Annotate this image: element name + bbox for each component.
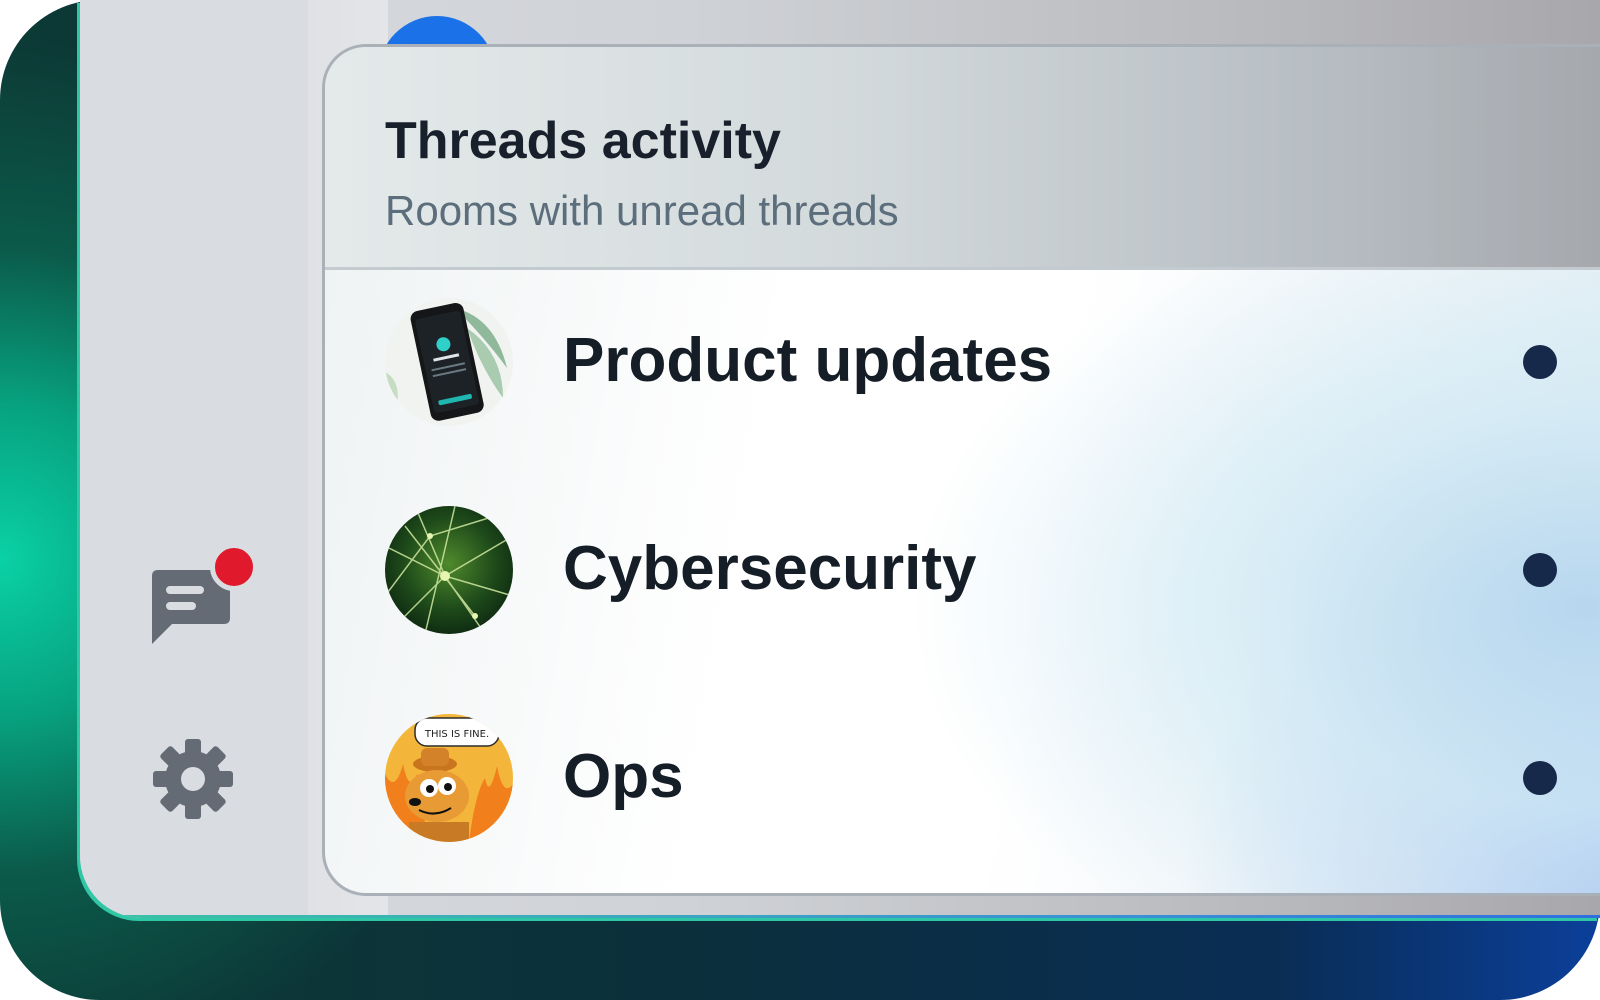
- avatar-caption: THIS IS FINE.: [424, 729, 489, 740]
- room-row-ops[interactable]: THIS IS FINE. Ops: [325, 697, 1600, 857]
- panel-subtitle: Rooms with unread threads: [385, 187, 899, 234]
- panel-title: Threads activity: [385, 112, 781, 170]
- unread-indicator: [1523, 553, 1557, 587]
- green-network-avatar: [385, 506, 513, 634]
- left-rail: [80, 0, 308, 918]
- threads-activity-panel: Threads activity Rooms with unread threa…: [322, 44, 1600, 896]
- room-row-cybersecurity[interactable]: Cybersecurity: [325, 489, 1600, 649]
- unread-indicator: [1523, 761, 1557, 795]
- room-name: Ops: [563, 742, 684, 811]
- room-name: Product updates: [563, 326, 1053, 395]
- notification-badge: [210, 543, 258, 591]
- room-name: Cybersecurity: [563, 534, 977, 603]
- panel-header: Threads activity Rooms with unread threa…: [325, 47, 1600, 270]
- this-is-fine-dog-avatar: THIS IS FINE.: [385, 714, 513, 842]
- screenshot-stage: Threads activity Rooms with unread threa…: [0, 0, 1600, 1000]
- room-row-product-updates[interactable]: Product updates: [325, 281, 1600, 441]
- gear-icon[interactable]: [152, 738, 234, 820]
- unread-indicator: [1523, 345, 1557, 379]
- phone-photo-avatar: [385, 298, 513, 426]
